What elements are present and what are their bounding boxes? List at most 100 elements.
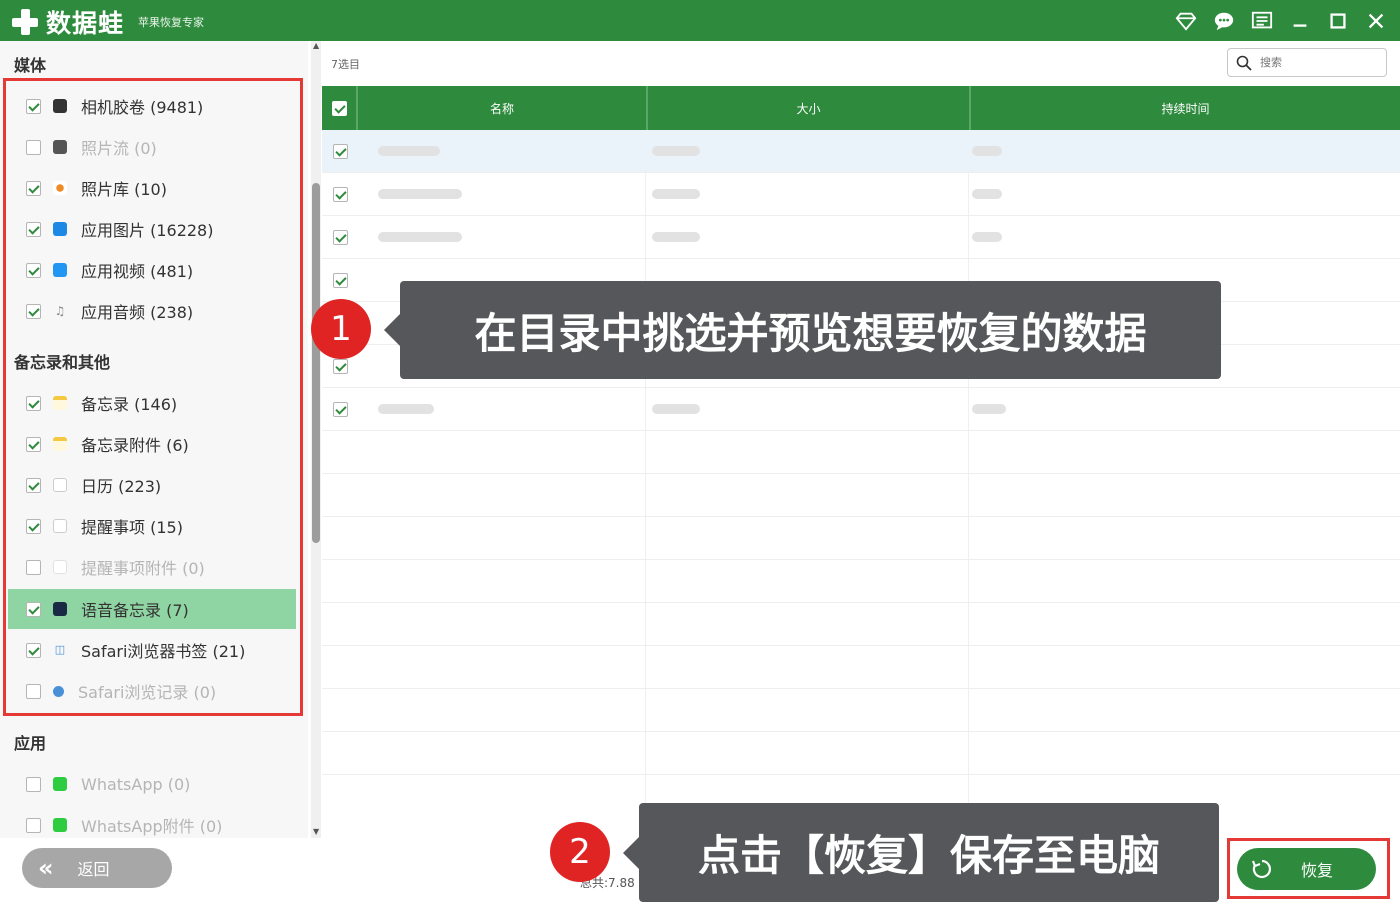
sidebar-item-app-photos[interactable]: 应用图片 (16228) (8, 209, 296, 249)
sidebar-item-app-videos[interactable]: 应用视频 (481) (8, 250, 296, 290)
table-row-empty (322, 646, 1400, 689)
sidebar-item-app-audio[interactable]: ♫ 应用音频 (238) (8, 291, 296, 331)
search-box[interactable] (1227, 48, 1387, 77)
step-badge-1: 1 (311, 299, 371, 359)
column-header-name[interactable]: 名称 (356, 86, 646, 130)
voice-memo-icon (53, 602, 67, 616)
notes-icon (53, 396, 67, 410)
table-row[interactable] (322, 388, 1400, 431)
scroll-up-arrow-icon[interactable]: ▲ (313, 41, 319, 50)
checkbox[interactable] (26, 395, 41, 411)
recover-button[interactable]: 恢复 (1237, 848, 1376, 890)
table-row-empty (322, 474, 1400, 517)
checkbox[interactable] (26, 180, 41, 196)
blurred-duration (972, 404, 1006, 414)
whatsapp-attachment-icon (53, 818, 67, 832)
diamond-icon[interactable] (1174, 9, 1198, 33)
sidebar-item-reminders[interactable]: 提醒事项 (15) (8, 506, 296, 546)
minimize-icon[interactable] (1288, 9, 1312, 33)
scroll-thumb[interactable] (312, 183, 320, 543)
checkbox[interactable] (26, 817, 41, 833)
photo-stream-icon (53, 140, 67, 154)
sidebar-item-camera-roll[interactable]: 相机胶卷 (9481) (8, 86, 296, 126)
checkbox[interactable] (26, 477, 41, 493)
checkbox[interactable] (26, 518, 41, 534)
sidebar-item-label: Safari浏览记录 (0) (78, 683, 217, 702)
sidebar-item-voice-memos[interactable]: 语音备忘录 (7) (8, 589, 296, 629)
column-header-duration[interactable]: 持续时间 (969, 86, 1400, 130)
cross-logo-icon (10, 7, 40, 37)
back-button[interactable]: « 返回 (22, 848, 172, 888)
checkbox[interactable] (26, 776, 41, 792)
recover-button-label: 恢复 (1301, 861, 1334, 880)
title-bar: 数据蛙 苹果恢复专家 (0, 0, 1400, 41)
blurred-duration (972, 189, 1002, 199)
feedback-icon[interactable] (1250, 9, 1274, 33)
scroll-down-arrow-icon[interactable]: ▼ (313, 827, 319, 836)
sidebar-item-label: 语音备忘录 (7) (81, 601, 189, 620)
row-checkbox[interactable] (333, 272, 348, 288)
checkbox[interactable] (26, 559, 41, 575)
checkbox[interactable] (26, 221, 41, 237)
sidebar-item-label: 照片流 (0) (81, 139, 157, 158)
sidebar-item-label: 应用图片 (16228) (81, 221, 214, 240)
sidebar-item-photo-stream[interactable]: 照片流 (0) (8, 127, 296, 167)
checkbox[interactable] (26, 683, 41, 699)
back-button-label: 返回 (77, 860, 110, 879)
reminders-icon (53, 519, 67, 533)
maximize-icon[interactable] (1326, 9, 1350, 33)
column-header-size[interactable]: 大小 (646, 86, 969, 130)
app-photos-icon (53, 222, 67, 236)
table-header: 名称 大小 持续时间 (322, 86, 1400, 130)
sidebar-item-label: 应用音频 (238) (81, 303, 194, 322)
sidebar-item-label: Safari浏览器书签 (21) (81, 642, 246, 661)
table-row-empty (322, 689, 1400, 732)
sidebar-item-safari-bookmarks[interactable]: ◫ Safari浏览器书签 (21) (8, 630, 296, 670)
recover-icon (1251, 859, 1271, 879)
checkbox[interactable] (26, 98, 41, 114)
checkbox[interactable] (26, 642, 41, 658)
sidebar-item-whatsapp[interactable]: WhatsApp (0) (8, 764, 296, 804)
sidebar-item-safari-history[interactable]: Safari浏览记录 (0) (8, 671, 296, 711)
sidebar-item-reminders-attachments[interactable]: 提醒事项附件 (0) (8, 547, 296, 587)
reminders-attachment-icon (53, 560, 67, 574)
checkbox[interactable] (26, 601, 41, 617)
row-checkbox[interactable] (333, 229, 348, 245)
table-row[interactable] (322, 130, 1400, 173)
camera-roll-icon (53, 99, 67, 113)
chat-icon[interactable] (1212, 9, 1236, 33)
sidebar-item-label: WhatsApp附件 (0) (81, 817, 223, 836)
checkbox[interactable] (26, 303, 41, 319)
select-all-checkbox[interactable] (331, 100, 347, 116)
sidebar-item-notes-attachments[interactable]: 备忘录附件 (6) (8, 424, 296, 464)
search-icon (1236, 55, 1252, 71)
sidebar-item-label: 提醒事项 (15) (81, 518, 183, 537)
callout-step-1: 在目录中挑选并预览想要恢复的数据 (384, 281, 1221, 379)
app-subtitle: 苹果恢复专家 (138, 16, 205, 29)
row-checkbox[interactable] (333, 358, 348, 374)
close-icon[interactable] (1364, 9, 1388, 33)
row-checkbox[interactable] (333, 186, 348, 202)
sidebar-item-label: 日历 (223) (81, 477, 162, 496)
checkbox[interactable] (26, 139, 41, 155)
blurred-size (652, 146, 700, 156)
table-row[interactable] (322, 216, 1400, 259)
double-chevron-left-icon: « (38, 854, 54, 882)
section-title-apps: 应用 (14, 734, 47, 753)
step-badge-2: 2 (550, 822, 610, 882)
sidebar-item-whatsapp-attachments[interactable]: WhatsApp附件 (0) (8, 805, 296, 838)
table-row[interactable] (322, 173, 1400, 216)
checkbox[interactable] (26, 436, 41, 452)
sidebar-item-notes[interactable]: 备忘录 (146) (8, 383, 296, 423)
whatsapp-icon (53, 777, 67, 791)
sidebar-item-calendar[interactable]: 日历 (223) (8, 465, 296, 505)
row-checkbox[interactable] (333, 401, 348, 417)
sidebar-scrollbar[interactable]: ▲ ▼ (311, 41, 321, 838)
row-checkbox[interactable] (333, 143, 348, 159)
app-videos-icon (53, 263, 67, 277)
blurred-size (652, 232, 700, 242)
safari-history-icon (53, 685, 64, 697)
checkbox[interactable] (26, 262, 41, 278)
search-input[interactable] (1260, 56, 1380, 69)
sidebar-item-photo-library[interactable]: 照片库 (10) (8, 168, 296, 208)
